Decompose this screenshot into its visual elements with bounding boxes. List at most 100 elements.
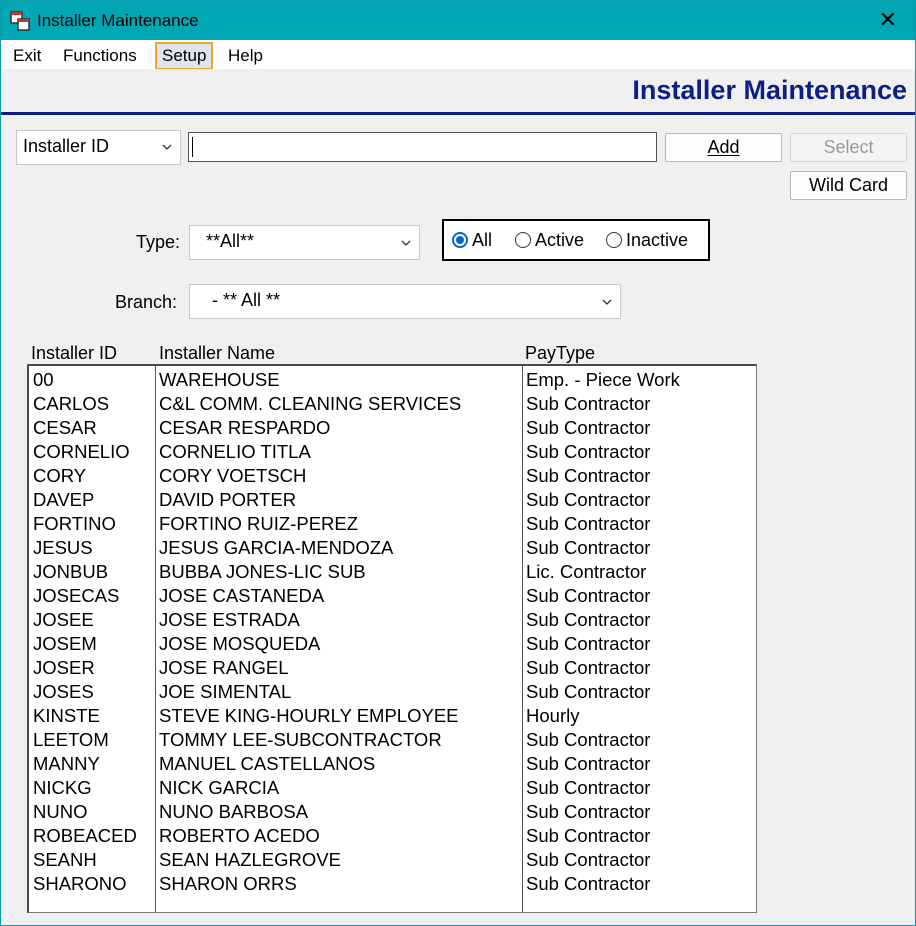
installer-id-cell: 00 [33, 369, 54, 390]
app-icon [10, 11, 30, 31]
paytype-cell: Sub Contractor [526, 633, 651, 654]
status-radio-active[interactable]: Active [515, 230, 584, 251]
radio-circle [606, 232, 622, 248]
type-value: **All** [206, 231, 255, 251]
column-header-installer-name[interactable]: Installer Name [159, 343, 275, 364]
table-row[interactable]: 00 WAREHOUSE Emp. - Piece Work [29, 368, 739, 392]
menu-help[interactable]: Help [228, 46, 263, 66]
branch-select[interactable]: - ** All ** [189, 284, 621, 319]
installer-id-cell: LEETOM [33, 729, 109, 750]
radio-circle [452, 232, 468, 248]
table-row[interactable]: JONBUB BUBBA JONES-LIC SUB Lic. Contractor [29, 560, 739, 584]
paytype-cell: Sub Contractor [526, 681, 651, 702]
add-button-label: Add [707, 137, 740, 157]
installer-id-cell: NICKG [33, 777, 92, 798]
title-bar: Installer Maintenance ✕ [1, 1, 915, 40]
chevron-down-icon [401, 240, 411, 246]
paytype-cell: Lic. Contractor [526, 561, 647, 582]
table-row[interactable]: CESAR CESAR RESPARDO Sub Contractor [29, 416, 739, 440]
paytype-cell: Sub Contractor [526, 537, 651, 558]
installer-id-cell: JOSECAS [33, 585, 120, 606]
table-row[interactable]: JOSEM JOSE MOSQUEDA Sub Contractor [29, 632, 739, 656]
table-row[interactable]: CARLOS C&L COMM. CLEANING SERVICES Sub Con… [29, 392, 739, 416]
installer-maintenance-window: Installer Maintenance ✕ Exit Functions S… [0, 0, 916, 926]
installer-id-cell: CARLOS [33, 393, 110, 414]
installer-name-cell: NUNO BARBOSA [159, 801, 309, 822]
installer-name-cell: MANUEL CASTELLANOS [159, 753, 376, 774]
installer-id-cell: JOSEE [33, 609, 94, 630]
table-row[interactable]: FORTINO FORTINO RUIZ-PEREZ Sub Contractor [29, 512, 739, 536]
table-row[interactable]: ROBEACED ROBERTO ACEDO Sub Contractor [29, 824, 739, 848]
installer-id-cell: NUNO [33, 801, 88, 822]
installer-id-cell: CORY [33, 465, 87, 486]
table-row[interactable]: JOSECAS JOSE CASTANEDA Sub Contractor [29, 584, 739, 608]
paytype-cell: Sub Contractor [526, 873, 651, 894]
installer-list[interactable]: 00 WAREHOUSE Emp. - Piece Work CARLOS C&L CO… [27, 364, 757, 913]
installer-id-cell: CESAR [33, 417, 97, 438]
paytype-cell: Sub Contractor [526, 393, 651, 414]
installer-name-cell: JOSE CASTANEDA [159, 585, 325, 606]
menu-setup[interactable]: Setup [155, 42, 214, 70]
installer-name-cell: JOSE RANGEL [159, 657, 289, 678]
menu-exit[interactable]: Exit [13, 46, 41, 66]
table-row[interactable]: SEANH SEAN HAZLEGROVE Sub Contractor [29, 848, 739, 872]
installer-id-cell: JOSES [33, 681, 94, 702]
table-row[interactable]: CORNELIO CORNELIO TITLA Sub Contractor [29, 440, 739, 464]
installer-name-cell: WAREHOUSE [159, 369, 280, 390]
installer-id-cell: ROBEACED [33, 825, 137, 846]
type-select[interactable]: **All** [189, 225, 420, 260]
installer-id-cell: SEANH [33, 849, 97, 870]
table-row[interactable]: KINSTE STEVE KING-HOURLY EMPLOYEE Hourly [29, 704, 739, 728]
table-row[interactable]: JOSEE JOSE ESTRADA Sub Contractor [29, 608, 739, 632]
search-input[interactable] [188, 132, 657, 162]
paytype-cell: Sub Contractor [526, 489, 651, 510]
table-row[interactable]: CORY CORY VOETSCH Sub Contractor [29, 464, 739, 488]
paytype-cell: Sub Contractor [526, 585, 651, 606]
close-icon[interactable]: ✕ [879, 9, 897, 31]
table-row[interactable]: JESUS JESUS GARCIA-MENDOZA Sub Contractor [29, 536, 739, 560]
installer-id-cell: JONBUB [33, 561, 109, 582]
type-label: Type: [136, 232, 181, 252]
status-radio-group: All Active Inactive [442, 219, 710, 261]
installer-id-cell: JESUS [33, 537, 93, 558]
table-row[interactable]: NICKG NICK GARCIA Sub Contractor [29, 776, 739, 800]
column-header-paytype[interactable]: PayType [525, 343, 595, 364]
search-field-value: Installer ID [23, 136, 110, 156]
chevron-down-icon [162, 144, 172, 150]
paytype-cell: Sub Contractor [526, 753, 651, 774]
paytype-cell: Sub Contractor [526, 729, 651, 750]
search-field-select[interactable]: Installer ID [16, 130, 181, 165]
menu-bar: Exit Functions Setup Help [1, 40, 915, 70]
wild-card-button[interactable]: Wild Card [790, 171, 907, 200]
column-header-installer-id[interactable]: Installer ID [31, 343, 117, 364]
add-button[interactable]: Add [665, 133, 782, 162]
table-row[interactable]: DAVEP DAVID PORTER Sub Contractor [29, 488, 739, 512]
table-row[interactable]: JOSER JOSE RANGEL Sub Contractor [29, 656, 739, 680]
status-radio-inactive[interactable]: Inactive [606, 230, 688, 251]
installer-name-cell: JOSE MOSQUEDA [159, 633, 321, 654]
installer-id-cell: DAVEP [33, 489, 95, 510]
status-inactive-label: Inactive [626, 230, 689, 250]
installer-name-cell: SHARON ORRS [159, 873, 297, 894]
table-row[interactable]: MANNY MANUEL CASTELLANOS Sub Contractor [29, 752, 739, 776]
installer-name-cell: TOMMY LEE-SUBCONTRACTOR [159, 729, 442, 750]
page-title: Installer Maintenance [632, 75, 907, 105]
status-all-label: All [472, 230, 493, 250]
paytype-cell: Sub Contractor [526, 801, 651, 822]
table-row[interactable]: LEETOM TOMMY LEE-SUBCONTRACTOR Sub Contrac… [29, 728, 739, 752]
table-row[interactable]: SHARONO SHARON ORRS Sub Contractor [29, 872, 739, 896]
menu-functions[interactable]: Functions [63, 46, 137, 66]
table-row[interactable]: NUNO NUNO BARBOSA Sub Contractor [29, 800, 739, 824]
installer-name-cell: NICK GARCIA [159, 777, 280, 798]
installer-name-cell: CESAR RESPARDO [159, 417, 331, 438]
select-button[interactable]: Select [790, 133, 907, 162]
paytype-cell: Sub Contractor [526, 849, 651, 870]
installer-name-cell: JOE SIMENTAL [159, 681, 292, 702]
window-title: Installer Maintenance [37, 11, 199, 30]
table-row[interactable]: JOSES JOE SIMENTAL Sub Contractor [29, 680, 739, 704]
status-radio-all[interactable]: All [452, 230, 492, 251]
status-active-label: Active [535, 230, 585, 250]
installer-id-cell: MANNY [33, 753, 100, 774]
header-divider [1, 112, 915, 115]
paytype-cell: Sub Contractor [526, 417, 651, 438]
